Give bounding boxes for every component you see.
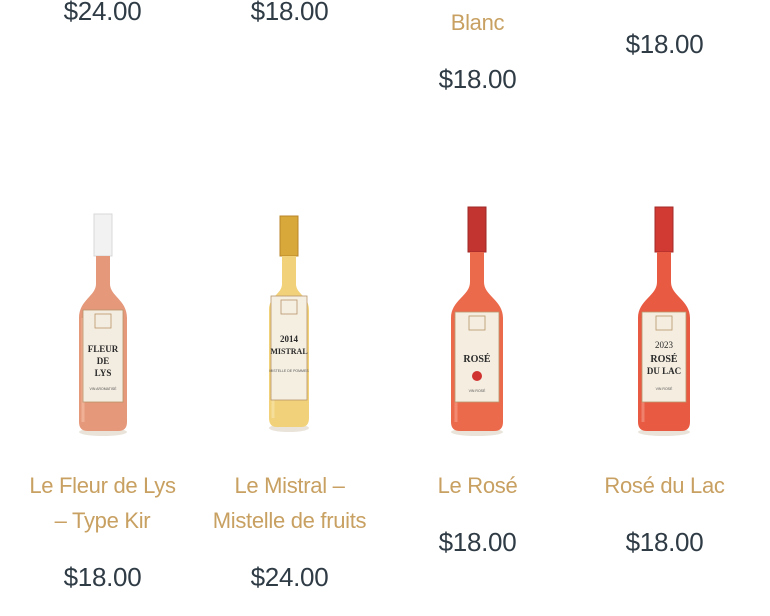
svg-text:MISTELLE DE POMMES: MISTELLE DE POMMES — [269, 369, 309, 373]
product-image-le-rose[interactable]: ROSÉ VIN ROSÉ — [417, 200, 537, 440]
product-price: $18.00 — [63, 562, 142, 592]
svg-text:2014: 2014 — [280, 334, 299, 344]
wine-bottle-icon: 2023 ROSÉ DU LAC VIN ROSÉ — [638, 206, 690, 436]
product-image-fleur-de-lys[interactable]: FLEUR DE LYS VIN AROMATISÉ — [43, 200, 163, 440]
svg-text:MISTRAL: MISTRAL — [270, 347, 307, 356]
product-image-rose-du-lac[interactable]: 2023 ROSÉ DU LAC VIN ROSÉ — [604, 200, 724, 440]
svg-text:VIN ROSÉ: VIN ROSÉ — [656, 386, 673, 391]
svg-text:VIN ROSÉ: VIN ROSÉ — [469, 388, 486, 393]
wine-bottle-icon: ROSÉ VIN ROSÉ — [451, 206, 503, 436]
product-price: $18.00 — [438, 64, 517, 94]
product-price: $18.00 — [625, 527, 704, 557]
svg-text:2023: 2023 — [655, 340, 674, 350]
svg-text:VIN AROMATISÉ: VIN AROMATISÉ — [90, 386, 118, 391]
product-price: $24.00 — [63, 0, 142, 26]
product-price: $24.00 — [250, 562, 329, 592]
wine-bottle-icon: 2014 MISTRAL MISTELLE DE POMMES — [269, 215, 309, 432]
product-price: $18.00 — [438, 527, 517, 557]
svg-text:DU LAC: DU LAC — [647, 366, 681, 376]
product-title-rose-du-lac[interactable]: Rosé du Lac — [571, 468, 758, 503]
svg-text:ROSÉ: ROSÉ — [650, 353, 678, 365]
product-title-partial[interactable]: Blanc — [384, 5, 571, 40]
product-image-mistral[interactable]: 2014 MISTRAL MISTELLE DE POMMES — [229, 200, 349, 440]
product-price: $18.00 — [250, 0, 329, 26]
svg-text:DE: DE — [97, 356, 110, 366]
svg-text:ROSÉ: ROSÉ — [463, 353, 491, 365]
svg-text:LYS: LYS — [95, 368, 112, 378]
product-price: $18.00 — [625, 29, 704, 59]
product-title-fleur-de-lys[interactable]: Le Fleur de Lys – Type Kir — [9, 468, 196, 538]
wine-bottle-icon: FLEUR DE LYS VIN AROMATISÉ — [79, 213, 127, 436]
product-title-le-rose[interactable]: Le Rosé — [384, 468, 571, 503]
svg-text:FLEUR: FLEUR — [88, 344, 119, 354]
product-title-mistral[interactable]: Le Mistral – Mistelle de fruits — [196, 468, 383, 538]
